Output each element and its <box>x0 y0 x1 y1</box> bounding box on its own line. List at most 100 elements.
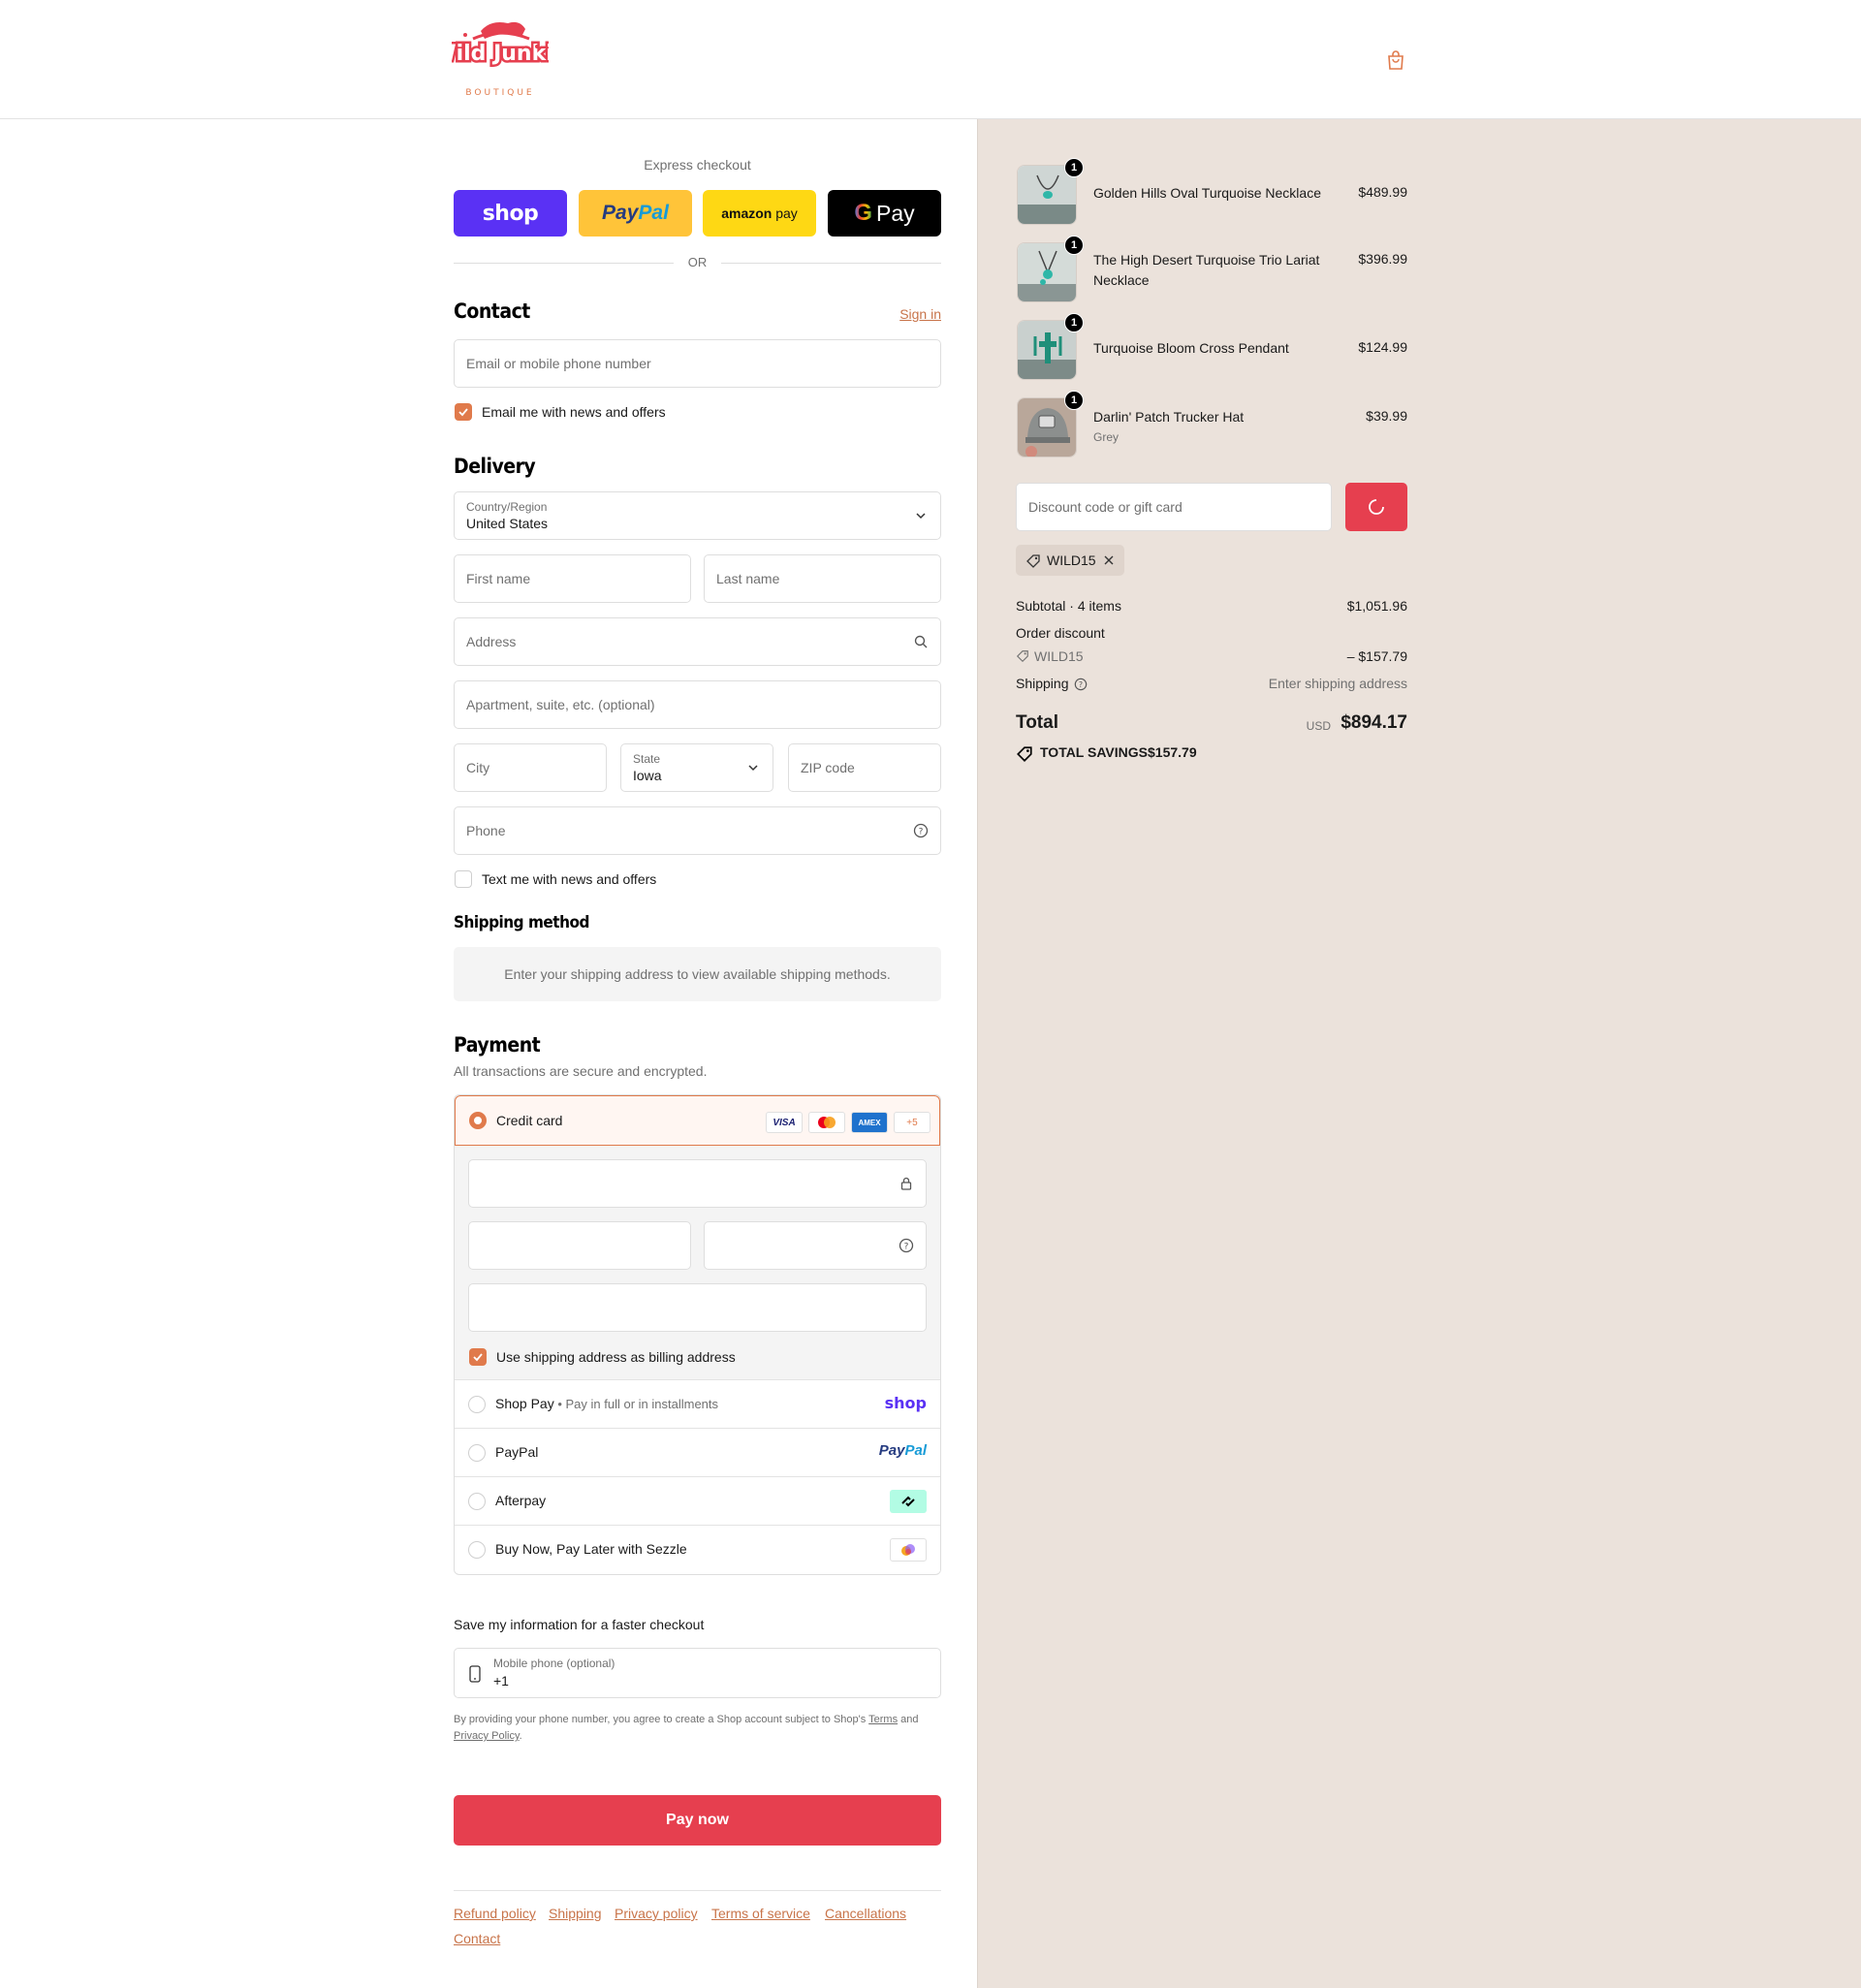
city-placeholder: City <box>466 760 490 775</box>
or-text: OR <box>687 255 708 269</box>
shop-pay-option-label: Shop Pay <box>495 1396 554 1411</box>
shop-pay-radio[interactable] <box>468 1396 486 1413</box>
billing-same-checkbox[interactable] <box>469 1348 487 1366</box>
country-label: Country/Region <box>466 500 548 514</box>
subtotal-value: $1,051.96 <box>1346 598 1407 614</box>
sezzle-radio[interactable] <box>468 1541 486 1559</box>
quantity-badge: 1 <box>1064 313 1084 332</box>
payment-methods: Credit card VISA AMEX +5 ? Use shipping … <box>454 1094 941 1575</box>
product-price: $39.99 <box>1366 408 1407 424</box>
shop-phone-field[interactable]: Mobile phone (optional) +1 <box>454 1648 941 1698</box>
cart-icon[interactable] <box>1384 48 1407 72</box>
state-label: State <box>633 752 661 766</box>
sign-in-link[interactable]: Sign in <box>899 306 941 322</box>
paypal-option[interactable]: PayPal PayPal <box>455 1428 940 1476</box>
discount-code-field[interactable]: Discount code or gift card <box>1016 483 1332 531</box>
check-icon <box>458 408 468 417</box>
help-icon[interactable]: ? <box>1074 678 1088 691</box>
shop-pay-express-button[interactable]: shop <box>454 190 567 237</box>
savings-tag-icon <box>1017 746 1032 762</box>
email-placeholder: Email or mobile phone number <box>466 356 651 371</box>
zip-field[interactable]: ZIP code <box>788 743 941 792</box>
cancellations-link[interactable]: Cancellations <box>825 1906 906 1921</box>
google-pay-express-button[interactable]: G Pay <box>828 190 941 237</box>
more-cards-badge: +5 <box>894 1112 930 1133</box>
svg-text:?: ? <box>904 1243 909 1252</box>
svg-text:?: ? <box>1079 680 1083 689</box>
paypal-radio[interactable] <box>468 1444 486 1462</box>
tag-icon <box>1016 650 1028 663</box>
city-field[interactable]: City <box>454 743 607 792</box>
first-name-field[interactable]: First name <box>454 554 691 603</box>
product-price: $396.99 <box>1358 251 1407 267</box>
credit-card-option[interactable]: Credit card VISA AMEX +5 <box>455 1095 940 1146</box>
shipping-method-heading: Shipping method <box>454 913 589 932</box>
contact-link[interactable]: Contact <box>454 1931 500 1946</box>
card-number-field[interactable] <box>468 1159 927 1208</box>
security-code-field[interactable]: ? <box>704 1221 927 1270</box>
shipping-value: Enter shipping address <box>1268 676 1407 691</box>
shop-pay-subtext: Pay in full or in installments <box>565 1397 719 1411</box>
name-on-card-field[interactable] <box>468 1283 927 1332</box>
address-field[interactable]: Address <box>454 617 941 666</box>
legal-text-main: By providing your phone number, you agre… <box>454 1714 867 1725</box>
expiry-field[interactable] <box>468 1221 691 1270</box>
afterpay-radio[interactable] <box>468 1493 486 1510</box>
sezzle-option-label: Buy Now, Pay Later with Sezzle <box>495 1541 687 1557</box>
footer-divider <box>454 1890 941 1891</box>
or-divider: OR <box>454 254 941 271</box>
amazon-text: amazon <box>721 205 773 221</box>
address-placeholder: Address <box>466 634 517 649</box>
last-name-field[interactable]: Last name <box>704 554 941 603</box>
help-icon[interactable]: ? <box>913 823 929 838</box>
total-savings-value: $157.79 <box>1148 744 1197 760</box>
product-name: Golden Hills Oval Turquoise Necklace <box>1093 185 1321 201</box>
amazon-pay-express-button[interactable]: amazon pay <box>703 190 816 237</box>
email-opt-in-checkbox[interactable] <box>455 403 472 421</box>
privacy-link[interactable]: Privacy Policy <box>454 1730 520 1742</box>
visa-icon: VISA <box>766 1112 803 1133</box>
sezzle-icon <box>890 1538 927 1562</box>
terms-of-service-link[interactable]: Terms of service <box>711 1906 810 1921</box>
store-logo[interactable]: Wild Junkie BOUTIQUE <box>430 17 570 99</box>
logo-text-top: Wild Junkie <box>452 42 549 66</box>
sezzle-option[interactable]: Buy Now, Pay Later with Sezzle <box>455 1525 940 1573</box>
refund-policy-link[interactable]: Refund policy <box>454 1906 536 1921</box>
contact-heading: Contact <box>454 300 530 323</box>
state-value: Iowa <box>633 768 662 783</box>
terms-link[interactable]: Terms <box>868 1714 898 1725</box>
close-icon[interactable] <box>1103 554 1115 566</box>
help-icon[interactable]: ? <box>899 1238 914 1253</box>
apply-discount-button[interactable] <box>1345 483 1407 531</box>
legal-end: . <box>519 1730 522 1742</box>
shipping-method-message: Enter your shipping address to view avai… <box>454 947 941 1001</box>
shop-pay-option[interactable]: Shop Pay • Pay in full or in installment… <box>455 1379 940 1428</box>
shop-pay-label: shop <box>482 201 539 226</box>
express-checkout-title: Express checkout <box>644 157 751 173</box>
subtotal-label: Subtotal · 4 items <box>1016 598 1121 614</box>
text-opt-in-label: Text me with news and offers <box>482 871 657 887</box>
phone-field[interactable]: Phone ? <box>454 806 941 855</box>
shipping-policy-link[interactable]: Shipping <box>549 1906 602 1921</box>
paypal-express-button[interactable]: Pay Pal <box>579 190 692 237</box>
credit-card-radio[interactable] <box>469 1112 487 1129</box>
search-icon <box>914 635 928 648</box>
state-select[interactable]: State Iowa <box>620 743 773 792</box>
country-select[interactable]: Country/Region United States <box>454 491 941 540</box>
phone-placeholder: Phone <box>466 823 506 838</box>
text-opt-in-checkbox[interactable] <box>455 870 472 888</box>
email-field[interactable]: Email or mobile phone number <box>454 339 941 388</box>
afterpay-icon <box>890 1490 927 1513</box>
email-opt-in-label: Email me with news and offers <box>482 404 666 420</box>
save-info-title: Save my information for a faster checkou… <box>454 1617 705 1632</box>
shop-pay-logo: shop <box>884 1394 927 1412</box>
product-price: $124.99 <box>1358 339 1407 355</box>
afterpay-option[interactable]: Afterpay <box>455 1476 940 1525</box>
quantity-badge: 1 <box>1064 391 1084 410</box>
apartment-field[interactable]: Apartment, suite, etc. (optional) <box>454 680 941 729</box>
pay-now-button[interactable]: Pay now <box>454 1795 941 1846</box>
credit-card-label: Credit card <box>496 1113 563 1128</box>
header: Wild Junkie BOUTIQUE <box>0 0 1861 119</box>
privacy-policy-link[interactable]: Privacy policy <box>615 1906 698 1921</box>
chevron-down-icon <box>916 513 926 520</box>
